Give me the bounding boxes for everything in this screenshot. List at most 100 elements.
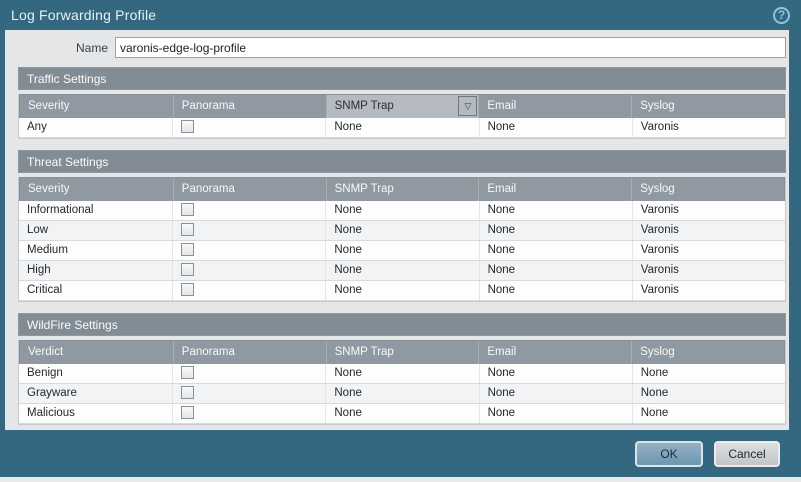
snmp-trap-cell[interactable]: None [325,364,478,383]
snmp-trap-cell[interactable]: None [325,261,478,280]
panorama-cell[interactable] [172,241,325,260]
column-header-snmp-trap[interactable]: SNMP Trap [325,178,479,201]
column-header-label: Syslog [640,100,675,112]
panorama-cell[interactable] [172,364,325,383]
column-header-email[interactable]: Email [478,95,632,118]
syslog-cell[interactable]: Varonis [631,281,785,300]
column-header-snmp-trap[interactable]: SNMP Trap [325,341,479,364]
panorama-cell[interactable] [172,261,325,280]
column-header-label: SNMP Trap [334,183,394,195]
panorama-cell[interactable] [172,404,325,423]
column-header-panorama[interactable]: Panorama [172,95,326,118]
verdict-cell: Benign [27,367,63,379]
snmp-trap-cell[interactable]: None [325,201,478,220]
severity-cell: Informational [27,204,94,216]
table-row: Low None None Varonis [19,221,785,241]
panorama-checkbox[interactable] [181,120,195,133]
panorama-checkbox[interactable] [181,243,195,256]
email-cell[interactable]: None [478,261,632,280]
column-header-label: Email [487,183,517,195]
table-row: Grayware None None None [19,384,785,404]
table-row: Malicious None None None [19,404,785,424]
column-header-syslog[interactable]: Syslog [631,95,784,118]
email-cell[interactable]: None [478,384,632,403]
section-threat-settings: Threat Settings Severity Panorama SNMP Trap… [18,150,786,302]
column-header-panorama[interactable]: Panorama [172,341,326,364]
email-cell[interactable]: None [478,201,632,220]
column-header-severity[interactable]: Severity [20,178,173,201]
severity-cell: Medium [27,244,68,256]
severity-cell: Any [27,121,47,133]
syslog-cell[interactable]: Varonis [631,261,785,280]
snmp-trap-cell[interactable]: None [325,281,478,300]
page-background-strip [0,477,801,482]
column-header-label: SNMP Trap [334,346,394,358]
panorama-checkbox[interactable] [181,386,195,399]
email-cell[interactable]: None [478,281,632,300]
table-row: Medium None None Varonis [19,241,785,261]
panorama-checkbox[interactable] [181,203,195,216]
panorama-checkbox[interactable] [181,406,195,419]
table-row: Benign None None None [19,364,785,384]
column-header-snmp-trap[interactable]: SNMP Trap ▽ [325,95,479,118]
column-header-email[interactable]: Email [478,341,632,364]
settings-table: Severity Panorama SNMP Trap ▽ Email Syslog Any… [18,94,786,139]
column-header-label: Severity [28,100,70,112]
column-header-verdict[interactable]: Verdict [20,341,173,364]
email-cell[interactable]: None [478,404,632,423]
syslog-cell[interactable]: None [631,404,785,423]
column-header-label: SNMP Trap [334,100,394,112]
column-header-syslog[interactable]: Syslog [631,178,784,201]
column-header-email[interactable]: Email [478,178,632,201]
email-cell[interactable]: None [478,364,632,383]
column-header-label: Panorama [181,100,235,112]
verdict-cell: Malicious [27,407,75,419]
column-header-syslog[interactable]: Syslog [631,341,784,364]
syslog-cell[interactable]: Varonis [631,201,785,220]
table-row: Informational None None Varonis [19,201,785,221]
syslog-cell[interactable]: Varonis [631,241,785,260]
cancel-button[interactable]: Cancel [714,440,780,467]
snmp-trap-cell[interactable]: None [325,118,478,137]
dialog-titlebar: Log Forwarding Profile ? [0,0,801,30]
syslog-cell[interactable]: Varonis [631,118,785,137]
column-header-severity[interactable]: Severity [20,95,173,118]
name-row: Name [18,37,786,58]
name-input[interactable] [115,37,786,58]
ok-button[interactable]: OK [635,440,703,467]
email-cell[interactable]: None [478,241,632,260]
column-menu-button[interactable]: ▽ [458,96,478,116]
panorama-checkbox[interactable] [181,283,195,296]
help-icon[interactable]: ? [773,6,790,24]
column-header-panorama[interactable]: Panorama [172,178,326,201]
panorama-checkbox[interactable] [181,223,195,236]
table-row: Critical None None Varonis [19,281,785,301]
table-row: High None None Varonis [19,261,785,281]
column-header-label: Email [487,100,517,112]
chevron-down-icon: ▽ [464,100,472,111]
snmp-trap-cell[interactable]: None [325,404,478,423]
verdict-cell: Grayware [27,387,77,399]
panorama-checkbox[interactable] [181,366,195,379]
section-title: WildFire Settings [18,313,786,336]
panorama-checkbox[interactable] [181,263,195,276]
name-label: Name [75,40,108,55]
syslog-cell[interactable]: Varonis [631,221,785,240]
panorama-cell[interactable] [172,201,325,220]
snmp-trap-cell[interactable]: None [325,221,478,240]
panorama-cell[interactable] [172,118,325,137]
column-header-label: Severity [28,183,70,195]
panorama-cell[interactable] [172,221,325,240]
panorama-cell[interactable] [172,384,325,403]
email-cell[interactable]: None [478,221,632,240]
syslog-cell[interactable]: None [631,384,785,403]
table-header-row: Verdict Panorama SNMP Trap Email Syslog [19,340,785,364]
syslog-cell[interactable]: None [631,364,785,383]
panorama-cell[interactable] [172,281,325,300]
section-traffic-settings: Traffic Settings Severity Panorama SNMP Tra… [18,67,786,139]
snmp-trap-cell[interactable]: None [325,384,478,403]
table-header-row: Severity Panorama SNMP Trap Email Syslog [19,177,785,201]
sections: Traffic Settings Severity Panorama SNMP Tra… [18,67,786,425]
email-cell[interactable]: None [478,118,632,137]
snmp-trap-cell[interactable]: None [325,241,478,260]
